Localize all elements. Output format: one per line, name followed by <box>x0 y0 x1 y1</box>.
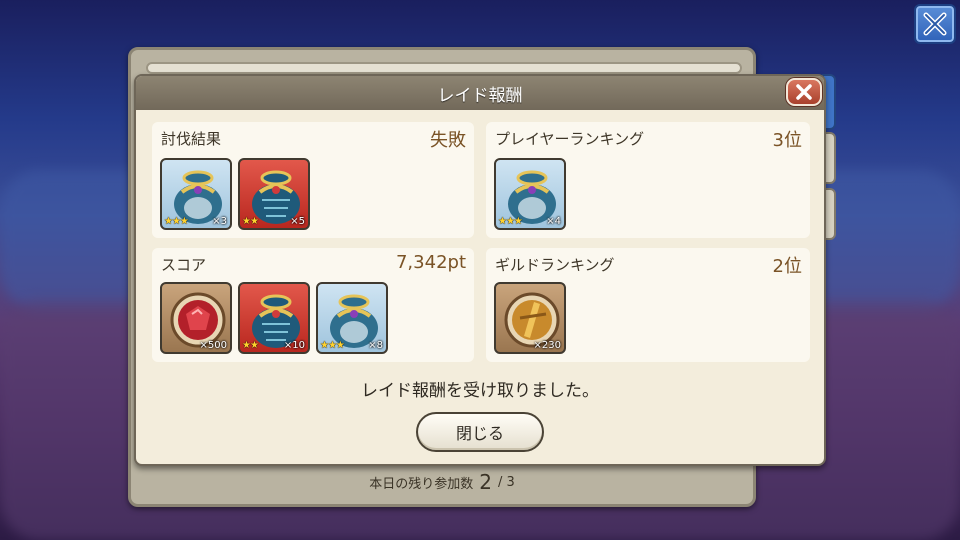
item-quantity: ×5 <box>290 216 305 227</box>
card-score: スコア 7,342pt ×500 ★★ ×10 ★★★ ×8 <box>152 248 474 362</box>
dialog-close-button[interactable] <box>786 78 822 106</box>
remaining-total: / 3 <box>497 474 515 490</box>
card-result-title: 討伐結果 <box>161 130 222 148</box>
reward-item[interactable]: ★★ ×5 <box>238 158 310 230</box>
remaining-label: 本日の残り参加数 <box>369 476 474 492</box>
item-stars: ★★ <box>242 216 259 227</box>
card-guild-ranking-title: ギルドランキング <box>495 256 615 274</box>
close-button-label: 閉じる <box>455 424 504 443</box>
dialog-header: レイド報酬 <box>136 76 824 110</box>
item-quantity: ×3 <box>212 216 227 227</box>
item-stars: ★★★ <box>164 216 189 227</box>
reward-item[interactable]: ×500 <box>160 282 232 354</box>
remaining-participations: 本日の残り参加数 2 / 3 <box>128 470 756 494</box>
item-stars: ★★★ <box>320 340 345 351</box>
raid-reward-dialog: レイド報酬 討伐結果 失敗 ★★★ ×3 ★★ ×5 プレイヤーランキング 3位… <box>134 74 826 466</box>
item-quantity: ×10 <box>283 340 305 351</box>
reward-item[interactable]: ★★★ ×3 <box>160 158 232 230</box>
card-result: 討伐結果 失敗 ★★★ ×3 ★★ ×5 <box>152 122 474 238</box>
raid-panel-bar <box>146 62 742 74</box>
close-icon <box>923 12 947 36</box>
card-guild-ranking-value: 2位 <box>772 256 802 277</box>
item-stars: ★★ <box>242 340 259 351</box>
reward-item[interactable]: ★★ ×10 <box>238 282 310 354</box>
item-quantity: ×230 <box>533 340 561 351</box>
top-close-button[interactable] <box>914 4 956 44</box>
reward-item[interactable]: ×230 <box>494 282 566 354</box>
reward-item[interactable]: ★★★ ×8 <box>316 282 388 354</box>
card-player-ranking-title: プレイヤーランキング <box>495 130 645 148</box>
remaining-count: 2 <box>479 470 492 494</box>
card-score-value: 7,342pt <box>395 252 466 273</box>
item-quantity: ×500 <box>199 340 227 351</box>
item-stars: ★★★ <box>498 216 523 227</box>
item-quantity: ×4 <box>546 216 561 227</box>
close-button[interactable]: 閉じる <box>416 412 544 452</box>
card-player-ranking-value: 3位 <box>772 130 802 151</box>
dialog-title: レイド報酬 <box>437 85 523 106</box>
card-player-ranking: プレイヤーランキング 3位 ★★★ ×4 <box>486 122 810 238</box>
reward-item[interactable]: ★★★ ×4 <box>494 158 566 230</box>
card-result-value: 失敗 <box>430 130 466 151</box>
card-score-title: スコア <box>161 256 207 274</box>
card-guild-ranking: ギルドランキング 2位 ×230 <box>486 248 810 362</box>
close-icon <box>796 84 812 100</box>
reward-received-message: レイド報酬を受け取りました。 <box>361 381 599 401</box>
item-quantity: ×8 <box>368 340 383 351</box>
